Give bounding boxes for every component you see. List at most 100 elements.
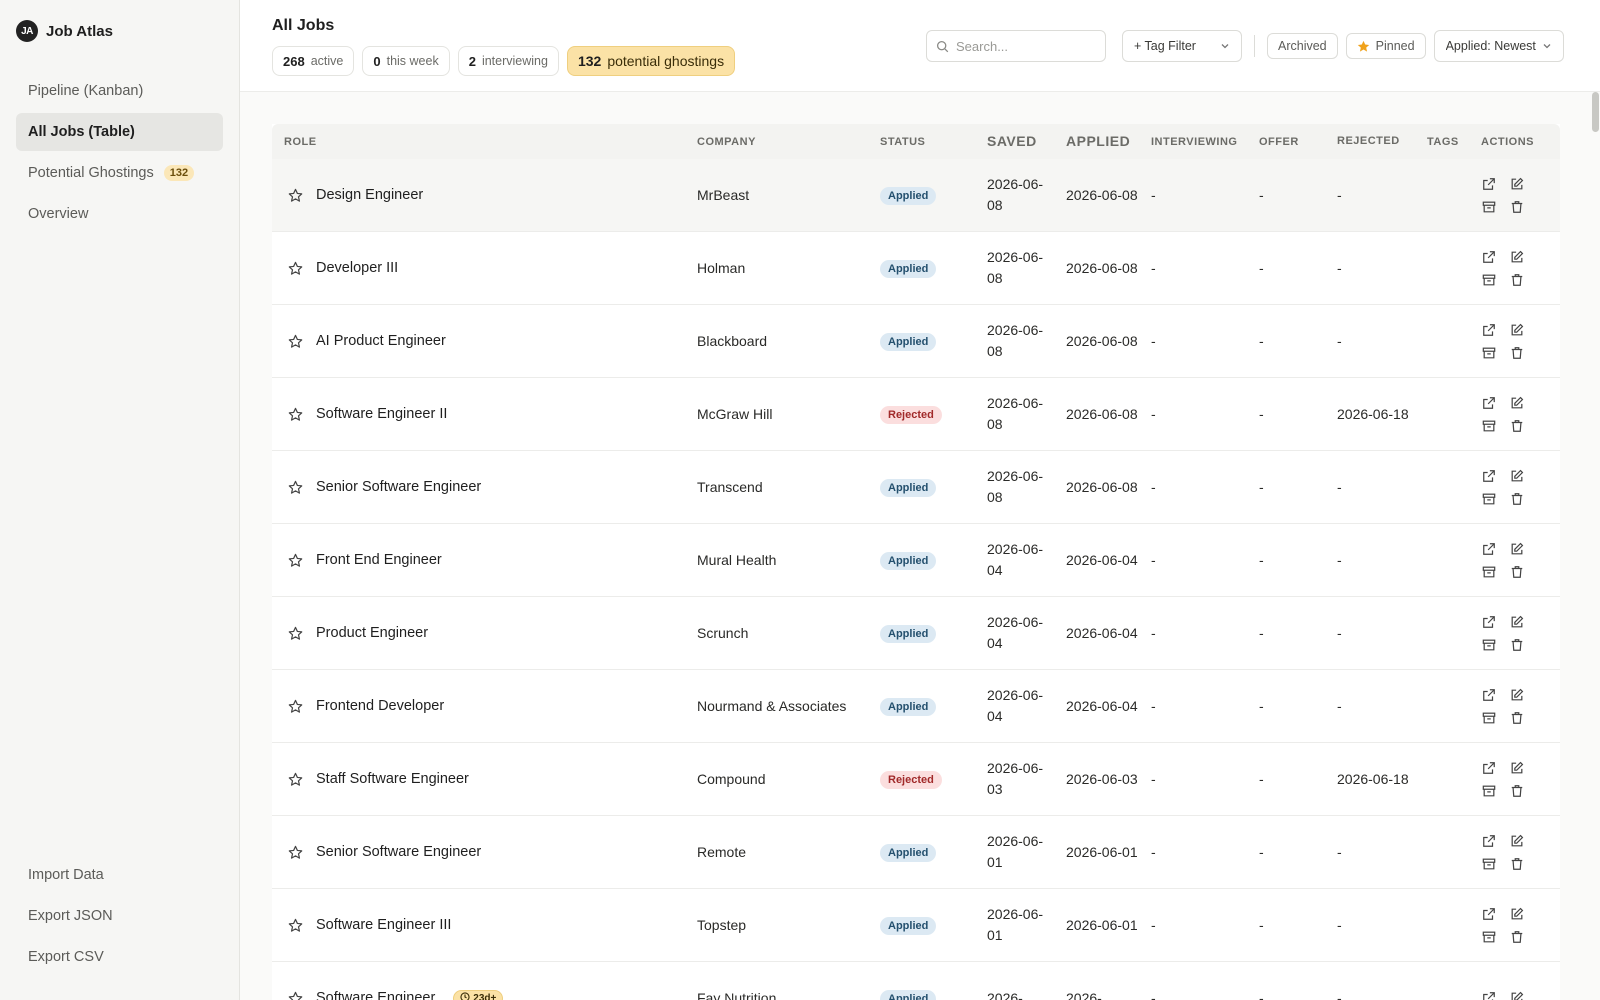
archive-icon[interactable] — [1481, 856, 1497, 872]
external-link-icon[interactable] — [1481, 322, 1497, 338]
column-header-role[interactable]: Role — [272, 136, 685, 148]
scrollbar[interactable] — [1591, 92, 1600, 1000]
edit-icon[interactable] — [1509, 176, 1525, 192]
archive-icon[interactable] — [1481, 272, 1497, 288]
column-header-saved[interactable]: Saved — [975, 131, 1054, 152]
external-link-icon[interactable] — [1481, 614, 1497, 630]
brand[interactable]: JA Job Atlas — [16, 20, 113, 42]
pinned-toggle[interactable]: Pinned — [1345, 33, 1426, 59]
star-icon[interactable] — [288, 844, 304, 860]
role-name[interactable]: Design Engineer — [316, 187, 423, 203]
external-link-icon[interactable] — [1481, 176, 1497, 192]
star-icon[interactable] — [288, 333, 304, 349]
star-icon[interactable] — [288, 406, 304, 422]
archive-icon[interactable] — [1481, 710, 1497, 726]
trash-icon[interactable] — [1509, 637, 1525, 653]
role-name[interactable]: AI Product Engineer — [316, 333, 446, 349]
trash-icon[interactable] — [1509, 418, 1525, 434]
external-link-icon[interactable] — [1481, 687, 1497, 703]
archive-icon[interactable] — [1481, 637, 1497, 653]
sidebar-item-overview[interactable]: Overview — [16, 195, 223, 233]
external-link-icon[interactable] — [1481, 833, 1497, 849]
external-link-icon[interactable] — [1481, 990, 1497, 1000]
trash-icon[interactable] — [1509, 199, 1525, 215]
external-link-icon[interactable] — [1481, 468, 1497, 484]
role-name[interactable]: Senior Software Engineer — [316, 844, 481, 860]
sidebar-item-import-data[interactable]: Import Data — [16, 856, 223, 894]
table-row[interactable]: Design Engineer MrBeast Applied 2026-06-08 2… — [272, 159, 1560, 232]
column-header-company[interactable]: Company — [685, 136, 868, 148]
sidebar-item-all-jobs-table[interactable]: All Jobs (Table) — [16, 113, 223, 151]
star-icon[interactable] — [288, 990, 304, 1000]
edit-icon[interactable] — [1509, 833, 1525, 849]
sidebar-item-export-json[interactable]: Export JSON — [16, 897, 223, 935]
trash-icon[interactable] — [1509, 491, 1525, 507]
search-input[interactable] — [956, 38, 1096, 54]
external-link-icon[interactable] — [1481, 906, 1497, 922]
archive-icon[interactable] — [1481, 929, 1497, 945]
edit-icon[interactable] — [1509, 395, 1525, 411]
edit-icon[interactable] — [1509, 614, 1525, 630]
search-box[interactable] — [926, 30, 1106, 62]
sort-select[interactable]: Applied: Newest — [1433, 30, 1564, 62]
column-header-status[interactable]: Status — [868, 136, 975, 148]
star-icon[interactable] — [288, 698, 304, 714]
role-name[interactable]: Developer III — [316, 260, 398, 276]
table-row[interactable]: Product Engineer Scrunch Applied 2026-06-04… — [272, 597, 1560, 670]
role-name[interactable]: Software Engineer III — [316, 917, 451, 933]
tag-filter-button[interactable]: + Tag Filter — [1122, 30, 1242, 62]
sidebar-item-export-csv[interactable]: Export CSV — [16, 938, 223, 976]
edit-icon[interactable] — [1509, 322, 1525, 338]
external-link-icon[interactable] — [1481, 395, 1497, 411]
table-row[interactable]: Senior Software Engineer Remote Applied 202… — [272, 816, 1560, 889]
edit-icon[interactable] — [1509, 541, 1525, 557]
table-row[interactable]: Front End Engineer Mural Health Applied 202… — [272, 524, 1560, 597]
role-name[interactable]: Software Engineer — [316, 990, 435, 1000]
edit-icon[interactable] — [1509, 990, 1525, 1000]
role-name[interactable]: Senior Software Engineer — [316, 479, 481, 495]
trash-icon[interactable] — [1509, 710, 1525, 726]
external-link-icon[interactable] — [1481, 249, 1497, 265]
table-row[interactable]: Software Engineer II McGraw Hill Rejected 2… — [272, 378, 1560, 451]
star-icon[interactable] — [288, 625, 304, 641]
trash-icon[interactable] — [1509, 564, 1525, 580]
role-name[interactable]: Staff Software Engineer — [316, 771, 469, 787]
edit-icon[interactable] — [1509, 687, 1525, 703]
sidebar-item-potential-ghostings[interactable]: Potential Ghostings 132 — [16, 154, 223, 192]
star-icon[interactable] — [288, 771, 304, 787]
scrollbar-thumb[interactable] — [1592, 92, 1599, 132]
column-header-interviewing[interactable]: Interviewing — [1139, 136, 1247, 148]
archive-icon[interactable] — [1481, 199, 1497, 215]
external-link-icon[interactable] — [1481, 760, 1497, 776]
edit-icon[interactable] — [1509, 249, 1525, 265]
trash-icon[interactable] — [1509, 856, 1525, 872]
star-icon[interactable] — [288, 917, 304, 933]
archive-icon[interactable] — [1481, 783, 1497, 799]
table-row[interactable]: Senior Software Engineer Transcend Applied… — [272, 451, 1560, 524]
table-row[interactable]: Software Engineer 23d+ Fay Nutrition Applie… — [272, 962, 1560, 1000]
column-header-rejected[interactable]: Rejected — [1325, 131, 1415, 152]
sidebar-item-pipeline-kanban[interactable]: Pipeline (Kanban) — [16, 72, 223, 110]
edit-icon[interactable] — [1509, 760, 1525, 776]
archived-toggle[interactable]: Archived — [1267, 33, 1338, 59]
archive-icon[interactable] — [1481, 418, 1497, 434]
table-row[interactable]: Frontend Developer Nourmand & Associates A… — [272, 670, 1560, 743]
star-icon[interactable] — [288, 479, 304, 495]
archive-icon[interactable] — [1481, 491, 1497, 507]
archive-icon[interactable] — [1481, 564, 1497, 580]
role-name[interactable]: Software Engineer II — [316, 406, 447, 422]
trash-icon[interactable] — [1509, 783, 1525, 799]
star-icon[interactable] — [288, 552, 304, 568]
trash-icon[interactable] — [1509, 345, 1525, 361]
star-icon[interactable] — [288, 260, 304, 276]
table-row[interactable]: Staff Software Engineer Compound Rejected 2… — [272, 743, 1560, 816]
trash-icon[interactable] — [1509, 929, 1525, 945]
star-icon[interactable] — [288, 187, 304, 203]
edit-icon[interactable] — [1509, 906, 1525, 922]
archive-icon[interactable] — [1481, 345, 1497, 361]
column-header-offer[interactable]: Offer — [1247, 136, 1325, 148]
role-name[interactable]: Frontend Developer — [316, 698, 444, 714]
edit-icon[interactable] — [1509, 468, 1525, 484]
stat-potential-ghostings[interactable]: 132 potential ghostings — [566, 46, 736, 76]
table-row[interactable]: Developer III Holman Applied 2026-06-08 2026… — [272, 232, 1560, 305]
